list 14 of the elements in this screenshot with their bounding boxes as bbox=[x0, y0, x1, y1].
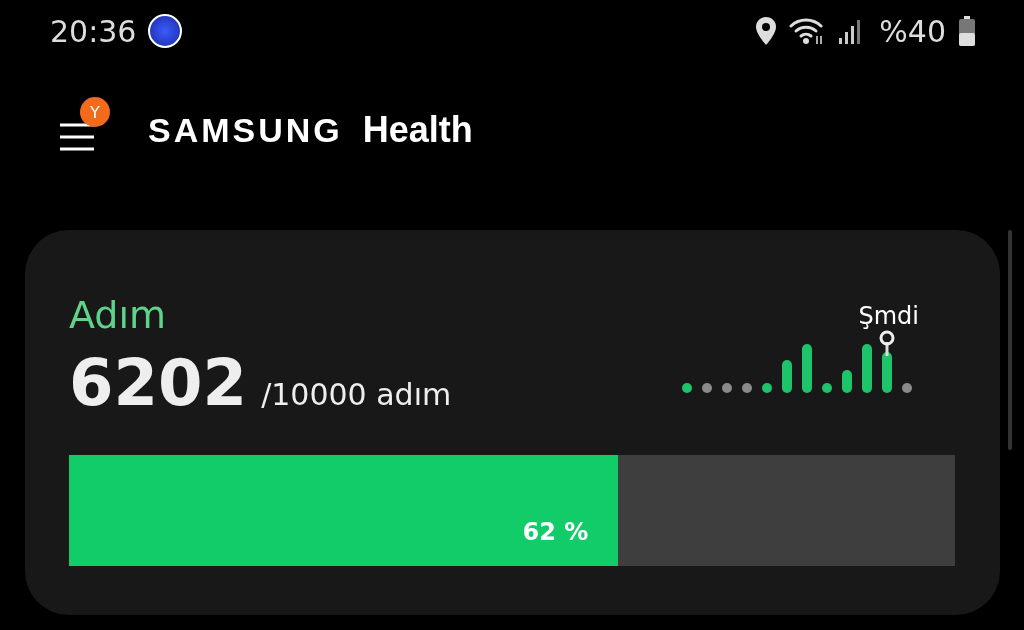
battery-icon bbox=[958, 15, 976, 47]
app-name: Health bbox=[362, 109, 473, 151]
step-goal: /10000 adım bbox=[261, 377, 452, 412]
location-icon bbox=[755, 16, 778, 46]
card-title: Adım bbox=[69, 292, 168, 338]
profile-badge: Y bbox=[80, 97, 110, 127]
brand-logo: SAMSUNG bbox=[148, 110, 343, 150]
now-label: Şmdi bbox=[858, 302, 919, 330]
battery-percent: %40 bbox=[879, 13, 946, 49]
step-count: 6202 bbox=[69, 346, 248, 420]
clock-time: 20:36 bbox=[50, 13, 137, 49]
progress-percent: 62 % bbox=[522, 518, 589, 546]
steps-card[interactable]: Adım 6202 /10000 adım Şmdi 62 % bbox=[25, 230, 1000, 615]
notification-icon bbox=[148, 14, 183, 48]
